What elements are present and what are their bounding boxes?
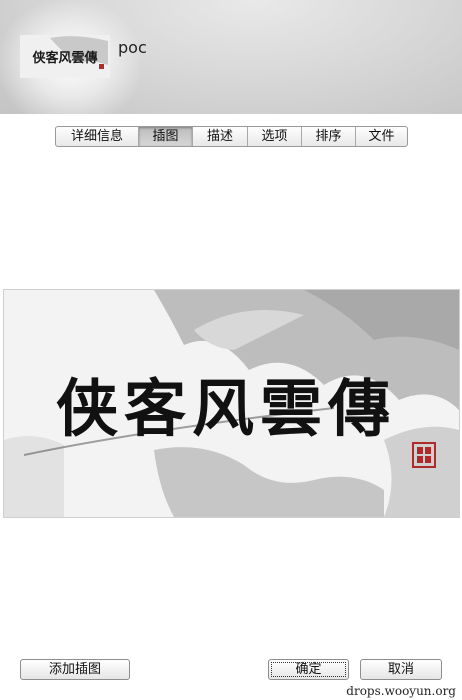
tab-options[interactable]: 选项 bbox=[247, 127, 301, 146]
thumbnail-calligraphy: 侠客风雲傳 bbox=[32, 50, 97, 66]
ok-button[interactable]: 确定 bbox=[268, 659, 349, 680]
tab-description[interactable]: 描述 bbox=[192, 127, 247, 146]
tab-file[interactable]: 文件 bbox=[355, 127, 407, 146]
watermark: drops.wooyun.org bbox=[344, 684, 458, 698]
book-title: poc bbox=[118, 38, 147, 57]
artwork-canvas: 侠客风雲傳 bbox=[4, 290, 459, 517]
artwork-calligraphy: 侠客风雲傳 bbox=[56, 372, 396, 445]
artwork-image: 侠客风雲傳 bbox=[3, 289, 460, 518]
cancel-button[interactable]: 取消 bbox=[360, 659, 442, 680]
tab-sorting[interactable]: 排序 bbox=[301, 127, 355, 146]
tab-artwork[interactable]: 插图 bbox=[138, 127, 192, 146]
artwork-thumbnail: 侠客风雲傳 bbox=[20, 35, 110, 78]
header: 侠客风雲傳 poc bbox=[0, 0, 462, 114]
tab-bar: 详细信息 插图 描述 选项 排序 文件 bbox=[55, 126, 408, 147]
add-artwork-button[interactable]: 添加插图 bbox=[20, 659, 130, 680]
thumbnail-image: 侠客风雲傳 bbox=[20, 35, 110, 78]
tab-details[interactable]: 详细信息 bbox=[56, 127, 138, 146]
